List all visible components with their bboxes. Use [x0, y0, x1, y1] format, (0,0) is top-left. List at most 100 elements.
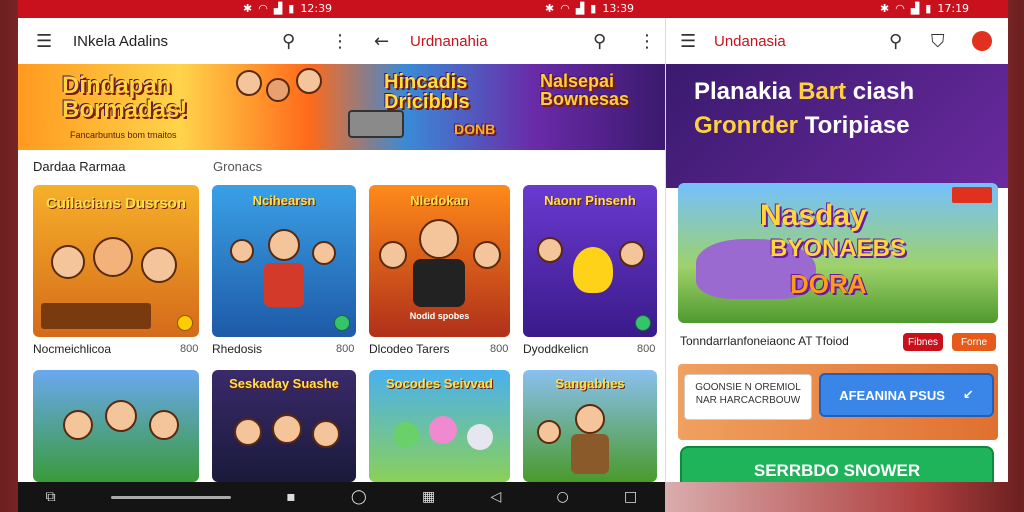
- creature-illustration: [393, 422, 419, 448]
- game-card[interactable]: Socodes Seivvad: [369, 370, 510, 482]
- game-card[interactable]: Sangabhes: [523, 370, 657, 482]
- game-card[interactable]: Cuilacians Dusrson: [33, 185, 199, 337]
- character-face: [537, 237, 563, 263]
- card-caption: Rhedosis: [212, 342, 263, 356]
- featured-game-banner[interactable]: Nasday BYONAEBS DORA: [678, 183, 998, 323]
- character-face: [537, 420, 561, 444]
- signal-icon: ▟: [575, 2, 585, 15]
- shield-icon[interactable]: ⛉: [931, 31, 945, 52]
- section-title-popular: Dardaa Rarmaa: [33, 159, 126, 174]
- back-icon[interactable]: ◁: [490, 489, 501, 505]
- card-art-title: Socodes Seivvad: [386, 376, 493, 391]
- character-face: [105, 400, 137, 432]
- game-card[interactable]: Nledokan Nodid spobes: [369, 185, 510, 337]
- character-body: [264, 263, 304, 307]
- battery-icon: ▮: [925, 2, 932, 15]
- back-arrow-icon[interactable]: ←: [374, 31, 389, 52]
- character-face: [230, 239, 254, 263]
- arrow-down-left-icon: ↙: [962, 387, 974, 403]
- search-icon[interactable]: ⚲: [593, 31, 606, 52]
- bluetooth-icon: ✱: [243, 2, 253, 15]
- character-face: [268, 229, 300, 261]
- hero-title-line-3: DORA: [790, 269, 867, 299]
- character-face: [63, 410, 93, 440]
- secondary-action-button[interactable]: AFEANINA PSUS ↙: [819, 373, 994, 417]
- card-art-title: Sangabhes: [555, 376, 625, 391]
- promo-popup: GOONSIE N OREMIOL NAR HARCACRBOUW: [684, 374, 812, 420]
- grid-icon[interactable]: ▦: [422, 489, 435, 505]
- character-face: [575, 404, 605, 434]
- recents-icon[interactable]: ⧉: [46, 489, 56, 505]
- wagon-illustration: [41, 303, 151, 329]
- signal-icon: ▟: [273, 2, 283, 15]
- menu-icon[interactable]: ☰: [680, 31, 696, 52]
- bluetooth-icon: ✱: [880, 2, 890, 15]
- menu-icon[interactable]: ☰: [36, 31, 52, 52]
- character-face: [379, 241, 407, 269]
- game-card[interactable]: Ncihearsn: [212, 185, 356, 337]
- system-nav-bar: ⧉ ▪ ◯ ▦ ◁ ○ □: [18, 482, 665, 512]
- app-bar: ☰ Undanasia ⚲ ⛉: [666, 18, 1008, 64]
- card-caption: Dlcodeo Tarers: [369, 342, 450, 356]
- signal-icon: ▟: [910, 2, 920, 15]
- hot-badge: [952, 187, 992, 203]
- character-face: [236, 70, 262, 96]
- game-card[interactable]: Seskaday Suashe: [212, 370, 356, 482]
- info-line: Tonndarrlanfoneiaonc AT Tfoiod: [680, 334, 849, 348]
- status-time: 12:39: [300, 2, 333, 15]
- coin-icon: [177, 315, 193, 331]
- search-icon[interactable]: ⚲: [889, 31, 902, 52]
- more-icon[interactable]: ⋮: [331, 31, 349, 52]
- app-title: INkela Adalins: [73, 32, 169, 50]
- secondary-app-title: Urdnanahia: [410, 32, 488, 50]
- character-face: [272, 414, 302, 444]
- game-list-screen: ☰ INkela Adalins ⚲ ⋮ ← Urdnanahia ⚲ ⋮ Di…: [18, 18, 665, 482]
- hero-title-line-2: BYONAEBS: [770, 235, 907, 262]
- status-icons-left: ✱ ◠ ▟ ▮ 12:39: [243, 2, 332, 15]
- banner-title-2: Hincadis Dricibbls: [384, 71, 470, 113]
- game-card[interactable]: [33, 370, 199, 482]
- home-pill[interactable]: [110, 495, 231, 499]
- status-bar: ✱ ◠ ▟ ▮ 12:39 ✱ ◠ ▟ ▮ 13:39 ✱ ◠ ▟ ▮ 17:1…: [18, 0, 1008, 18]
- card-art-title: Naonr Pinsenh: [544, 193, 636, 208]
- card-caption: Dyoddkelicn: [523, 342, 589, 356]
- app-bar: ☰ INkela Adalins ⚲ ⋮ ← Urdnanahia ⚲ ⋮: [18, 18, 665, 64]
- status-time: 17:19: [937, 2, 970, 15]
- search-icon[interactable]: ⚲: [282, 31, 295, 52]
- character-face: [296, 68, 322, 94]
- tag-badge[interactable]: Forne: [952, 333, 996, 351]
- circle-icon[interactable]: ◯: [351, 489, 367, 505]
- character-face: [234, 418, 262, 446]
- character-face: [312, 420, 340, 448]
- yellow-creature-illustration: [573, 247, 613, 293]
- promo-detail-screen: ☰ Undanasia ⚲ ⛉ Planakia Bart ciash Gron…: [665, 18, 1008, 482]
- character-face: [51, 245, 85, 279]
- avatar[interactable]: [972, 31, 992, 51]
- wifi-icon: ◠: [895, 2, 905, 15]
- banner-subtitle-2: DONB: [454, 121, 496, 137]
- section-title-genres[interactable]: Gronacs: [213, 159, 262, 174]
- creature-illustration: [429, 416, 457, 444]
- character-face: [419, 219, 459, 259]
- banner-title-3: Nalsepai Bownesas: [540, 71, 630, 109]
- card-count: 800: [490, 343, 509, 355]
- character-body: [571, 434, 609, 474]
- more-icon[interactable]: ⋮: [638, 31, 656, 52]
- home-icon[interactable]: ○: [557, 489, 569, 505]
- card-art-title: Cuilacians Dusrson: [45, 195, 187, 212]
- promo-banner[interactable]: Dindapan Bormadas! Fancarbuntus bom tmai…: [18, 64, 665, 150]
- status-time: 13:39: [602, 2, 635, 15]
- tag-badge[interactable]: Fibnes: [903, 333, 943, 351]
- square-icon[interactable]: ▪: [286, 489, 296, 505]
- primary-action-button[interactable]: SERRBDO SNOWER: [680, 446, 994, 482]
- train-illustration: [348, 110, 404, 138]
- card-art-title: Ncihearsn: [252, 193, 316, 208]
- card-art-title: Nledokan: [410, 193, 469, 208]
- status-icons-right: ✱ ◠ ▟ ▮ 17:19: [880, 2, 969, 15]
- character-face: [93, 237, 133, 277]
- play-icon: [334, 315, 350, 331]
- overview-icon[interactable]: □: [624, 489, 637, 505]
- character-body: [413, 259, 465, 307]
- game-card[interactable]: Naonr Pinsenh: [523, 185, 657, 337]
- character-face: [619, 241, 645, 267]
